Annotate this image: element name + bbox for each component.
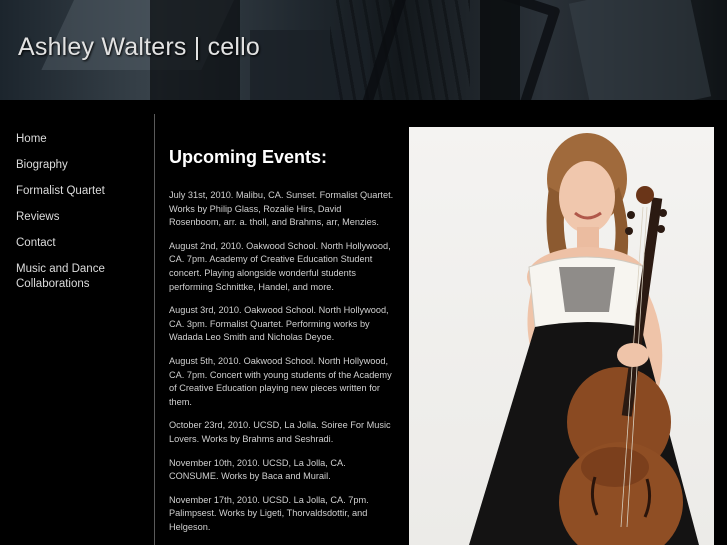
banner-art-shape	[480, 0, 520, 100]
hand-shape	[617, 343, 649, 367]
event-item: November 10th, 2010. UCSD, La Jolla, CA.…	[169, 457, 346, 482]
banner-art-frame	[359, 0, 561, 100]
nav-item-home[interactable]: Home	[16, 132, 146, 147]
sidebar-nav: Home Biography Formalist Quartet Reviews…	[16, 132, 146, 303]
cello-peg-shape	[659, 209, 667, 217]
event-item: August 3rd, 2010. Oakwood School. North …	[169, 305, 389, 343]
cello-waist-shape	[581, 447, 649, 487]
cello-peg-shape	[627, 211, 635, 219]
header-banner: Ashley Walters | cello	[0, 0, 727, 100]
event-item: August 5th, 2010. Oakwood School. North …	[169, 355, 392, 407]
event-item: August 2nd, 2010. Oakwood School. North …	[169, 240, 391, 292]
event-item: July 31st, 2010. Malibu, CA. Sunset. For…	[169, 190, 394, 228]
cello-peg-shape	[657, 225, 665, 233]
main-content: Upcoming Events: July 31st, 2010. Malibu…	[169, 147, 394, 544]
nav-item-music-and-dance[interactable]: Music and Dance Collaborations	[16, 262, 146, 292]
site-title[interactable]: Ashley Walters | cello	[18, 33, 260, 62]
event-item: November 17th, 2010. UCSD. La Jolla, CA.…	[169, 494, 369, 532]
face-shape	[559, 161, 615, 233]
nav-item-biography[interactable]: Biography	[16, 158, 146, 173]
events-heading: Upcoming Events:	[169, 147, 328, 167]
banner-art-shape	[568, 0, 712, 100]
nav-item-contact[interactable]: Contact	[16, 236, 146, 251]
sidebar-divider	[154, 114, 155, 545]
event-item: October 23rd, 2010. UCSD, La Jolla. Soir…	[169, 420, 391, 444]
nav-item-formalist-quartet[interactable]: Formalist Quartet	[16, 184, 146, 199]
bodice-shape	[559, 267, 615, 312]
nav-item-reviews[interactable]: Reviews	[16, 210, 146, 225]
cello-peg-shape	[625, 227, 633, 235]
cellist-illustration	[469, 133, 699, 545]
cellist-photo	[409, 127, 714, 545]
cello-scroll-shape	[636, 186, 654, 204]
